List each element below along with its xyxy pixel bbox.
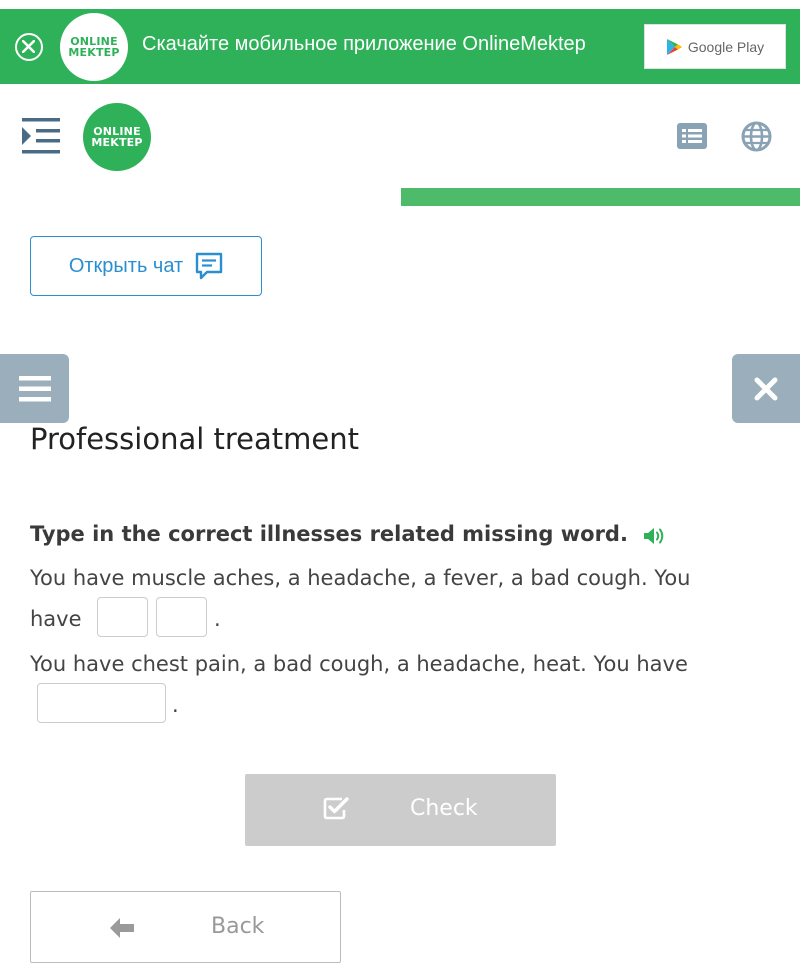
speaker-icon[interactable] <box>643 525 667 547</box>
app-banner: ONLINE MEKTEP Скачайте мобильное приложе… <box>0 9 800 84</box>
question-1-prefix: have <box>30 607 82 631</box>
question-2-line1: You have chest pain, a bad cough, a head… <box>30 652 688 676</box>
lesson-progress-fill <box>401 188 800 206</box>
answer-input-2[interactable] <box>37 683 166 723</box>
language-globe-icon[interactable] <box>741 121 772 152</box>
top-strip <box>0 0 800 9</box>
side-menu-tab[interactable] <box>0 354 69 423</box>
banner-logo-line2: MEKTEP <box>68 46 120 59</box>
back-label: Back <box>211 914 265 939</box>
question-1-suffix: . <box>214 607 221 631</box>
lesson-title: Professional treatment <box>30 422 359 456</box>
open-chat-button[interactable]: Открыть чат <box>30 236 262 296</box>
open-chat-label: Открыть чат <box>68 254 184 277</box>
header-logo-line2: MEKTEP <box>91 136 143 149</box>
answer-input-1a[interactable] <box>97 597 148 637</box>
check-square-icon <box>323 797 349 820</box>
banner-close-icon[interactable] <box>15 33 43 61</box>
back-button[interactable]: Back <box>30 891 341 963</box>
google-play-icon <box>666 38 682 55</box>
side-close-tab[interactable] <box>732 354 800 423</box>
google-play-label: Google Play <box>687 38 765 55</box>
contents-list-icon[interactable] <box>677 123 707 149</box>
google-play-button[interactable]: Google Play <box>644 24 786 69</box>
close-icon <box>754 377 778 400</box>
header-logo[interactable]: ONLINE MEKTEP <box>83 103 151 171</box>
hamburger-icon <box>18 375 51 401</box>
sidebar-toggle-icon[interactable] <box>22 118 62 154</box>
answer-input-1b[interactable] <box>156 597 207 637</box>
lesson-progress-bar <box>401 188 800 206</box>
chat-icon <box>195 252 223 280</box>
banner-text: Скачайте мобильное приложение OnlineMekt… <box>142 33 586 55</box>
task-instruction: Type in the correct illnesses related mi… <box>30 522 628 546</box>
banner-logo: ONLINE MEKTEP <box>60 13 128 81</box>
check-button[interactable]: Check <box>245 774 556 846</box>
question-2-suffix: . <box>172 693 179 717</box>
question-1-line1: You have muscle aches, a headache, a fev… <box>30 566 691 590</box>
arrow-left-icon <box>110 918 134 938</box>
check-label: Check <box>410 796 478 821</box>
